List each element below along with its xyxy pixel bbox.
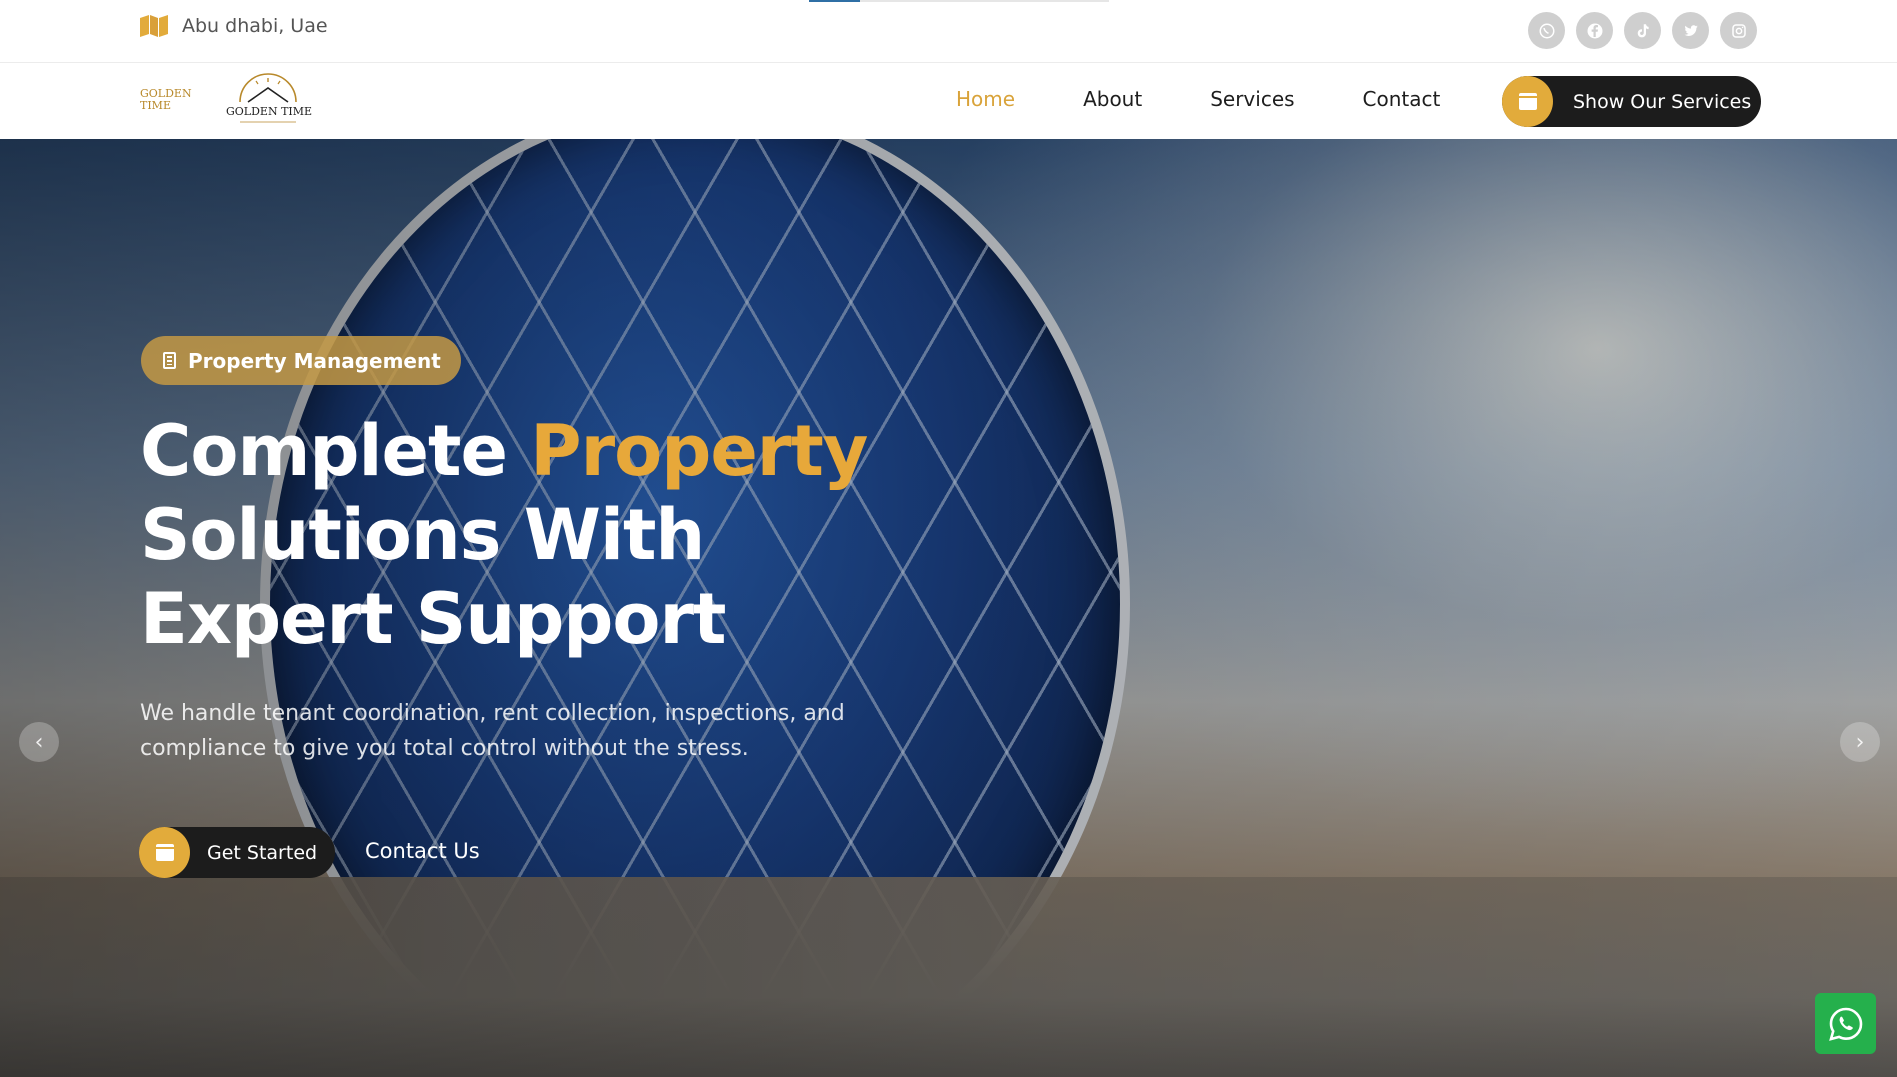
- logo-wordmark-left: GOLDEN TIME: [140, 86, 226, 117]
- facebook-icon[interactable]: [1576, 12, 1613, 49]
- chevron-right-icon: ›: [1855, 729, 1865, 755]
- whatsapp-chat-button[interactable]: [1815, 993, 1876, 1054]
- logo-left-text: GOLDEN TIME: [140, 86, 192, 112]
- instagram-icon[interactable]: [1720, 12, 1757, 49]
- hero-title-part2: Solutions With Expert Support: [140, 494, 726, 660]
- location: Abu dhabi, Uae: [140, 15, 328, 37]
- logo[interactable]: GOLDEN TIME GOLDEN TIME: [140, 72, 313, 132]
- logo-left-tagline: [140, 112, 226, 116]
- chevron-left-icon: ‹: [34, 729, 44, 755]
- hero-description: We handle tenant coordination, rent coll…: [140, 701, 845, 761]
- nav-home[interactable]: Home: [956, 87, 1015, 111]
- logo-right-text: GOLDEN TIME: [226, 105, 313, 118]
- main-menu: Home About Services Contact: [956, 87, 1508, 111]
- whatsapp-icon: [1828, 1007, 1862, 1041]
- top-bar: Abu dhabi, Uae: [0, 0, 1897, 63]
- page-loading-bar: [809, 0, 1109, 2]
- social-links: [1528, 12, 1757, 49]
- get-started-label: Get Started: [207, 841, 318, 864]
- location-text: Abu dhabi, Uae: [182, 15, 328, 37]
- hero-title-part1: Complete: [140, 410, 531, 492]
- hero-title-accent: Property: [530, 410, 868, 492]
- page-loading-bar-fill: [809, 0, 860, 2]
- get-started-button[interactable]: Get Started: [139, 827, 335, 878]
- hero-slider: Property Management Complete Property So…: [0, 139, 1897, 1077]
- calendar-icon: [1502, 76, 1553, 127]
- show-services-button[interactable]: Show Our Services: [1502, 76, 1761, 127]
- slider-prev-button[interactable]: ‹: [19, 722, 59, 762]
- contact-us-link[interactable]: Contact Us: [365, 839, 480, 863]
- map-icon: [140, 15, 168, 37]
- category-tag: Property Management: [141, 336, 461, 385]
- logo-emblem: GOLDEN TIME: [226, 72, 313, 132]
- category-tag-label: Property Management: [188, 348, 441, 373]
- whatsapp-icon[interactable]: [1528, 12, 1565, 49]
- tiktok-icon[interactable]: [1624, 12, 1661, 49]
- main-navbar: GOLDEN TIME GOLDEN TIME Home About Servi…: [0, 64, 1897, 139]
- show-services-label: Show Our Services: [1573, 90, 1752, 113]
- nav-contact[interactable]: Contact: [1363, 87, 1441, 111]
- twitter-icon[interactable]: [1672, 12, 1709, 49]
- slider-next-button[interactable]: ›: [1840, 722, 1880, 762]
- building-icon: [163, 352, 176, 369]
- nav-about[interactable]: About: [1083, 87, 1142, 111]
- clock-emblem-icon: [239, 73, 297, 123]
- page: Abu dhabi, Uae GOLDEN TIME GOLDEN TIME H…: [0, 0, 1897, 1077]
- nav-services[interactable]: Services: [1210, 87, 1294, 111]
- calendar-icon: [139, 827, 190, 878]
- hero-title: Complete Property Solutions With Expert …: [140, 409, 960, 661]
